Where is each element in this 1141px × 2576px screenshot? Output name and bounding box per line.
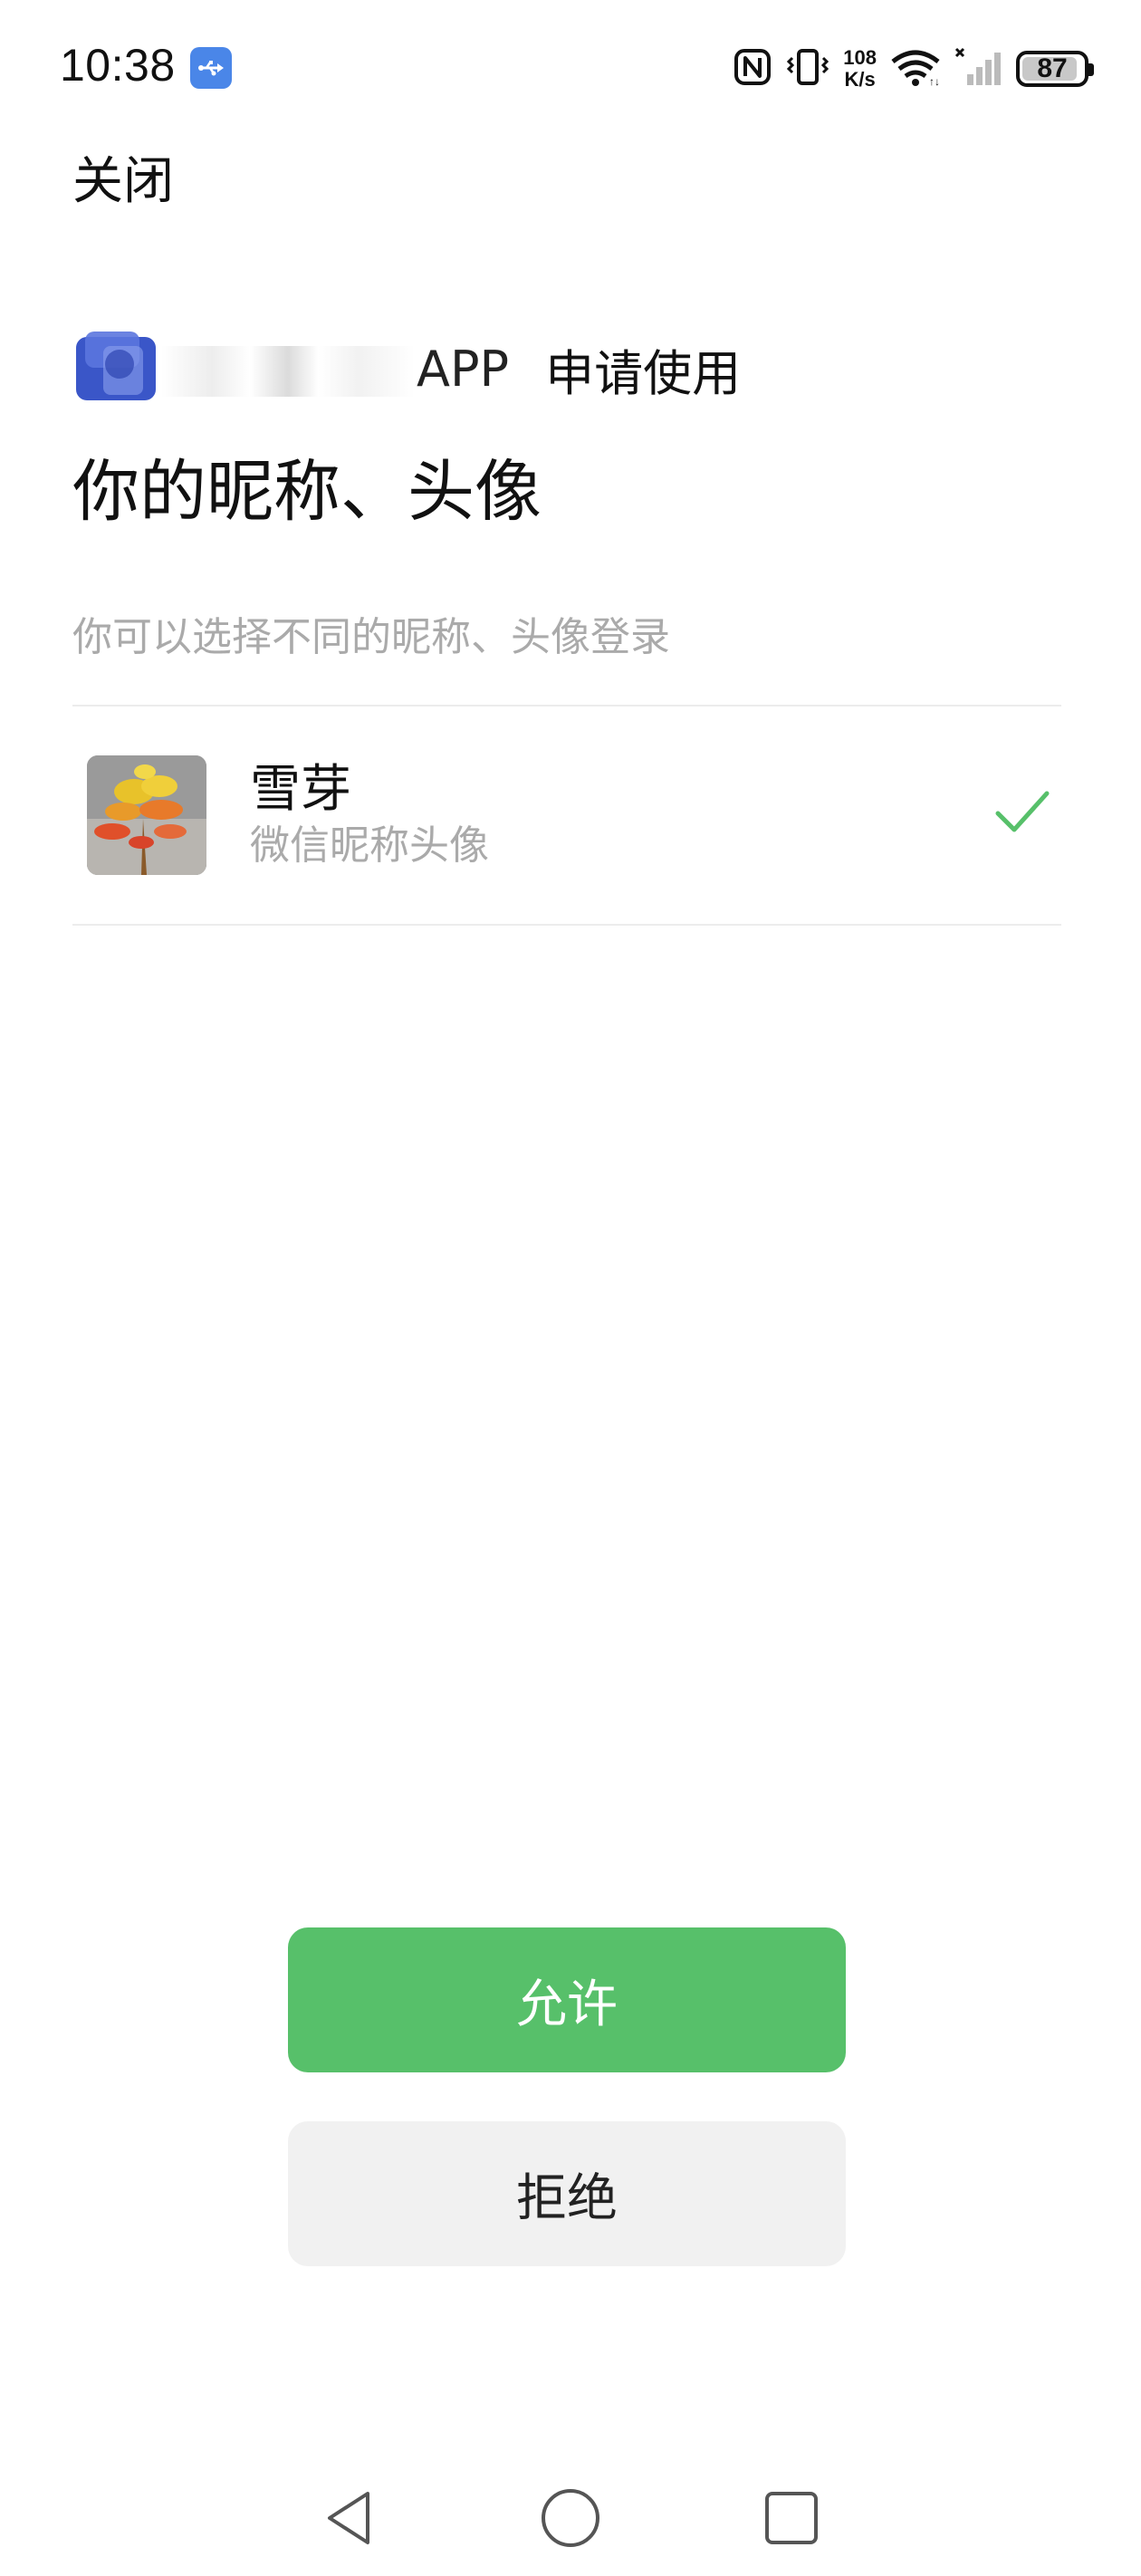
app-name-text: APP [417,340,510,398]
app-logo-icon [72,330,159,408]
net-speed: 108 K/s [843,47,877,91]
check-icon [992,786,1052,839]
app-request-row: APP 申请使用 [72,328,741,409]
net-speed-value: 108 [843,46,877,69]
close-button[interactable]: 关闭 [72,150,174,214]
recents-icon[interactable] [755,2482,828,2554]
wifi-icon: ↑↓ [889,47,942,91]
app-name: APP [161,340,510,398]
divider [72,924,1061,926]
page-title: 你的昵称、头像 [72,453,542,531]
app-request-text: 申请使用 [545,344,742,402]
avatar [87,755,206,875]
battery-icon: 87 [1016,51,1094,87]
svg-text:↑↓: ↑↓ [929,75,940,87]
navigation-bar [0,2464,1141,2554]
back-icon[interactable] [313,2482,386,2554]
status-bar: 10:38 108 K/s ↑↓ 87 [0,0,1141,136]
status-icons: 108 K/s ↑↓ 87 [733,40,1094,98]
home-icon[interactable] [534,2482,607,2554]
usb-icon [190,47,232,89]
profile-name: 雪芽 [250,760,351,819]
nfc-icon [733,47,772,91]
profile-subtitle: 微信昵称头像 [250,822,489,869]
vibrate-icon [785,47,830,91]
battery-level: 87 [1037,53,1068,83]
divider [72,705,1061,706]
battery-cap [1088,63,1094,76]
signal-icon [954,47,1003,91]
status-time: 10:38 [60,40,176,91]
allow-button[interactable]: 允许 [288,1927,846,2072]
deny-button[interactable]: 拒绝 [288,2121,846,2266]
net-speed-unit: K/s [844,68,876,91]
hint-text: 你可以选择不同的昵称、头像登录 [72,614,670,660]
profile-option[interactable]: 雪芽 微信昵称头像 [72,708,1061,924]
